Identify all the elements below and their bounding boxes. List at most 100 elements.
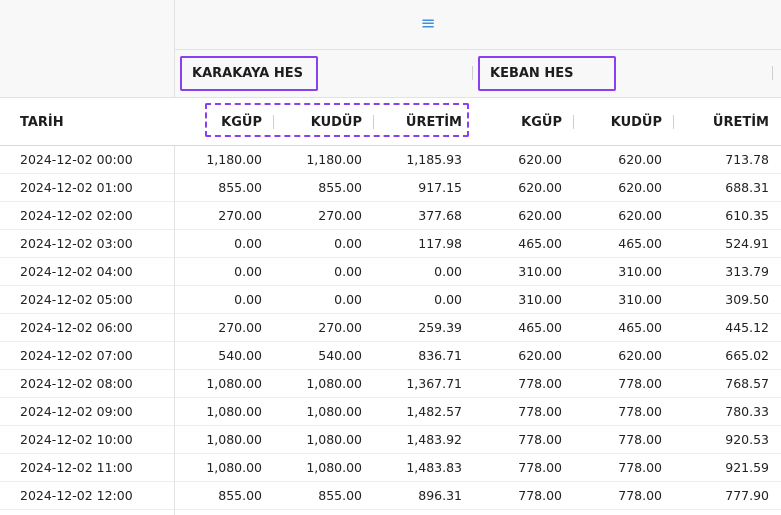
cell-value: 0.00	[234, 236, 262, 251]
menu-icon[interactable]: ≡	[418, 14, 438, 34]
cell-value: 610.35	[725, 208, 769, 223]
cell-tarih: 2024-12-02 04:00	[20, 264, 133, 279]
cell-value: 917.15	[418, 180, 462, 195]
group-label: KEBAN HES	[490, 65, 574, 81]
table-row[interactable]: 2024-12-02 04:00 0.00 0.00 0.00 310.00 310.00…	[0, 258, 781, 286]
cell-tarih: 2024-12-02 10:00	[20, 432, 133, 447]
cell-tarih: 2024-12-02 00:00	[20, 152, 133, 167]
cell-value: 778.00	[518, 460, 562, 475]
group-separator	[472, 66, 473, 80]
cell-value: 1,185.93	[406, 152, 462, 167]
cell-value: 778.00	[518, 488, 562, 503]
cell-value: 0.00	[434, 292, 462, 307]
data-grid: ≡ KARAKAYA HES KEBAN HES TARİH KGÜP KUDÜ…	[0, 0, 781, 515]
table-row[interactable]: 2024-12-02 07:00 540.00 540.00 836.71 620.00…	[0, 342, 781, 370]
cell-value: 777.90	[725, 488, 769, 503]
cell-value: 259.39	[418, 320, 462, 335]
cell-value: 620.00	[618, 348, 662, 363]
table-row[interactable]: 2024-12-02 02:00 270.00 270.00 377.68 620.00…	[0, 202, 781, 230]
cell-value: 665.02	[725, 348, 769, 363]
table-row[interactable]: 2024-12-02 11:00 1,080.00 1,080.00 1,483.83…	[0, 454, 781, 482]
column-header-karakaya-uretim[interactable]: ÜRETİM	[374, 98, 474, 146]
cell-value: 778.00	[618, 432, 662, 447]
cell-value: 855.00	[218, 488, 262, 503]
cell-value: 620.00	[518, 152, 562, 167]
cell-value: 778.00	[618, 404, 662, 419]
cell-value: 1,080.00	[206, 460, 262, 475]
cell-tarih: 2024-12-02 05:00	[20, 292, 133, 307]
table-row[interactable]: 2024-12-02 09:00 1,080.00 1,080.00 1,482.57…	[0, 398, 781, 426]
cell-value: 310.00	[518, 264, 562, 279]
cell-value: 713.78	[725, 152, 769, 167]
cell-value: 780.33	[725, 404, 769, 419]
column-header-keban-kgup[interactable]: KGÜP	[474, 98, 574, 146]
cell-value: 778.00	[518, 432, 562, 447]
table-row[interactable]: 2024-12-02 00:00 1,180.00 1,180.00 1,185.93…	[0, 146, 781, 174]
cell-tarih: 2024-12-02 03:00	[20, 236, 133, 251]
table-row[interactable]: 2024-12-02 12:00 855.00 855.00 896.31 778.00…	[0, 482, 781, 510]
cell-tarih: 2024-12-02 02:00	[20, 208, 133, 223]
cell-tarih: 2024-12-02 07:00	[20, 348, 133, 363]
cell-value: 310.00	[618, 292, 662, 307]
group-label: KARAKAYA HES	[192, 65, 303, 81]
group-header-karakaya: KARAKAYA HES	[180, 49, 470, 97]
cell-value: 270.00	[318, 320, 362, 335]
cell-value: 896.31	[418, 488, 462, 503]
cell-value: 778.00	[518, 404, 562, 419]
cell-value: 855.00	[218, 180, 262, 195]
table-row[interactable]: 2024-12-02 05:00 0.00 0.00 0.00 310.00 310.00…	[0, 286, 781, 314]
cell-value: 465.00	[618, 236, 662, 251]
column-header-karakaya-kudup[interactable]: KUDÜP	[274, 98, 374, 146]
cell-value: 688.31	[725, 180, 769, 195]
cell-value: 117.98	[418, 236, 462, 251]
column-header-karakaya-kgup[interactable]: KGÜP	[174, 98, 274, 146]
cell-value: 620.00	[518, 208, 562, 223]
cell-value: 540.00	[218, 348, 262, 363]
table-row[interactable]: 2024-12-02 01:00 855.00 855.00 917.15 620.00…	[0, 174, 781, 202]
column-label: ÜRETİM	[405, 114, 462, 130]
cell-value: 620.00	[518, 180, 562, 195]
cell-value: 0.00	[434, 264, 462, 279]
cell-value: 1,483.83	[406, 460, 462, 475]
table-row[interactable]: 2024-12-02 03:00 0.00 0.00 117.98 465.00 465.…	[0, 230, 781, 258]
column-label: ÜRETİM	[712, 114, 769, 130]
column-label: KGÜP	[221, 114, 262, 130]
cell-tarih: 2024-12-02 11:00	[20, 460, 133, 475]
cell-tarih: 2024-12-02 09:00	[20, 404, 133, 419]
cell-tarih: 2024-12-02 01:00	[20, 180, 133, 195]
cell-value: 310.00	[618, 264, 662, 279]
cell-value: 540.00	[318, 348, 362, 363]
cell-value: 1,080.00	[306, 432, 362, 447]
cell-value: 1,483.92	[406, 432, 462, 447]
cell-value: 1,367.71	[406, 376, 462, 391]
cell-value: 1,180.00	[206, 152, 262, 167]
cell-value: 270.00	[318, 208, 362, 223]
cell-value: 1,080.00	[206, 432, 262, 447]
cell-value: 778.00	[618, 376, 662, 391]
cell-value: 0.00	[234, 292, 262, 307]
cell-value: 1,482.57	[406, 404, 462, 419]
cell-value: 1,080.00	[206, 404, 262, 419]
column-header-keban-kudup[interactable]: KUDÜP	[574, 98, 674, 146]
table-row[interactable]: 2024-12-02 08:00 1,080.00 1,080.00 1,367.71…	[0, 370, 781, 398]
table-row[interactable]: 2024-12-02 10:00 1,080.00 1,080.00 1,483.92…	[0, 426, 781, 454]
column-label: KGÜP	[521, 114, 562, 130]
cell-value: 620.00	[618, 208, 662, 223]
group-header-keban: KEBAN HES	[478, 49, 768, 97]
cell-value: 920.53	[725, 432, 769, 447]
column-label: KUDÜP	[610, 114, 662, 130]
cell-value: 310.00	[518, 292, 562, 307]
cell-value: 465.00	[618, 320, 662, 335]
cell-value: 465.00	[518, 320, 562, 335]
cell-value: 0.00	[234, 264, 262, 279]
cell-value: 0.00	[334, 264, 362, 279]
column-header-keban-uretim[interactable]: ÜRETİM	[674, 98, 781, 146]
table-row[interactable]: 2024-12-02 06:00 270.00 270.00 259.39 465.00…	[0, 314, 781, 342]
cell-value: 1,080.00	[306, 376, 362, 391]
cell-value: 309.50	[725, 292, 769, 307]
cell-value: 313.79	[725, 264, 769, 279]
cell-value: 778.00	[518, 376, 562, 391]
group-separator	[772, 66, 773, 80]
column-header-tarih[interactable]: TARİH	[0, 98, 174, 146]
cell-value: 855.00	[318, 488, 362, 503]
